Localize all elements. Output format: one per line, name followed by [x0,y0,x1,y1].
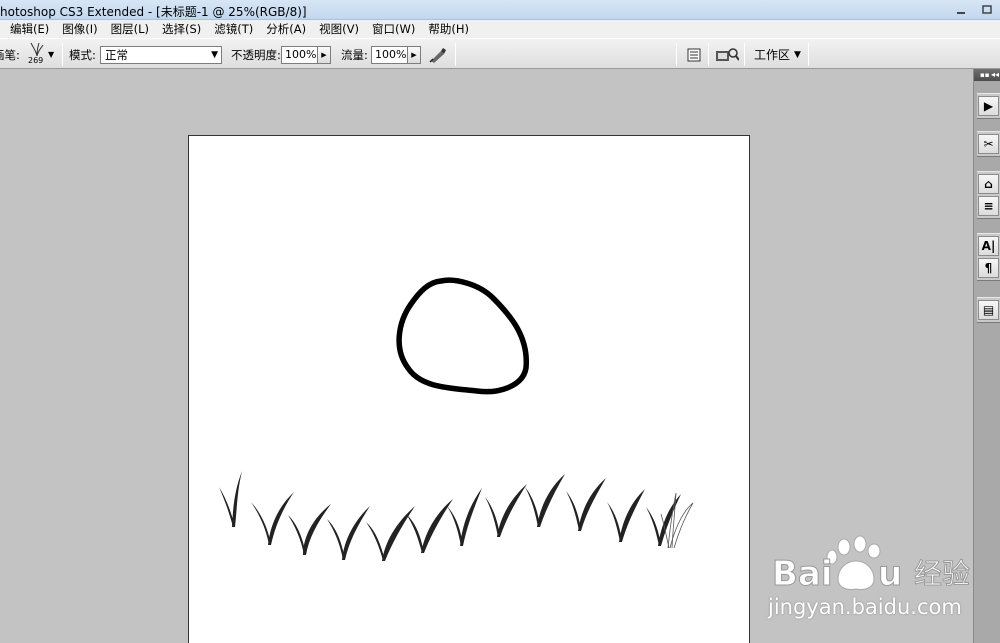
menu-layer[interactable]: 图层(L) [111,21,149,37]
grass-brush-strokes [219,471,681,561]
flow-label: 流量: [341,47,368,62]
chevron-down-icon: ▼ [794,49,801,60]
window-title: hotoshop CS3 Extended - [未标题-1 @ 25%(RGB… [0,5,307,19]
dock-group: ▤ [977,297,1000,323]
channels-icon[interactable]: ≡ [978,196,999,216]
dock-group: A| ¶ [977,233,1000,281]
divider [455,43,456,66]
workspace-button[interactable]: 工作区 ▼ [750,39,801,70]
title-bar: hotoshop CS3 Extended - [未标题-1 @ 25%(RGB… [0,0,1000,20]
mode-select[interactable]: 正常 ▼ [100,46,222,64]
character-icon[interactable]: A| [978,236,999,256]
brush-label: 画笔: [0,47,20,62]
watermark-url: jingyan.baidu.com [768,595,962,619]
layers-icon[interactable]: ⌂ [978,174,999,194]
chevron-down-icon: ▼ [211,50,218,60]
minimize-icon [957,11,965,14]
menu-view[interactable]: 视图(V) [319,21,359,37]
workspace-label: 工作区 [754,48,791,62]
watermark: Bai u 经验 jingyan.baidu.com [762,535,992,625]
drawing-layer [219,277,694,561]
menu-edit[interactable]: 编辑(E) [10,21,49,37]
brush-dropdown-icon[interactable]: ▼ [48,50,54,59]
svg-text:u: u [878,554,902,593]
menu-analysis[interactable]: 分析(A) [266,21,306,37]
svg-text:Bai: Bai [772,554,833,593]
options-bar: 画笔: 269 ▼ 模式: 正常 ▼ 不透明度: 100% ▶ 流量: 100%… [0,38,1000,69]
divider [808,43,809,66]
flow-input[interactable]: 100% [371,46,408,64]
document-icon [687,48,701,62]
dock-group: ▶ [977,93,1000,119]
bridge-icon [716,48,739,61]
info-icon[interactable]: ▤ [978,300,999,320]
airbrush-button[interactable] [428,45,448,65]
expand-icon[interactable]: ◂◂ [991,70,999,79]
window-controls [948,0,1000,20]
svg-text:经验: 经验 [914,557,970,590]
baidu-jingyan-logo: Bai u 经验 [772,535,971,593]
divider [744,43,745,66]
opacity-slider-button[interactable]: ▶ [317,46,331,64]
mode-label: 模式: [69,47,96,62]
paragraph-icon[interactable]: ¶ [978,258,999,278]
grip-icon: ▪▪ [980,71,990,79]
menu-select[interactable]: 选择(S) [162,21,201,37]
tools-icon[interactable]: ✂ [978,134,999,154]
divider [708,43,709,66]
dock-group: ⌂ ≡ [977,171,1000,219]
maximize-icon [982,4,992,14]
navigator-icon[interactable]: ▶ [978,96,999,116]
menu-window[interactable]: 窗口(W) [372,21,415,37]
dock-header[interactable]: ▪▪ ◂◂ [974,69,1000,81]
palette-well-button[interactable] [684,45,704,65]
bridge-button[interactable] [714,45,740,65]
menu-help[interactable]: 帮助(H) [428,21,469,37]
dock-group: ✂ [977,131,1000,157]
airbrush-icon [429,48,446,63]
menu-bar: 编辑(E) 图像(I) 图层(L) 选择(S) 滤镜(T) 分析(A) 视图(V… [0,20,1000,38]
divider [62,43,63,66]
flow-slider-button[interactable]: ▶ [407,46,421,64]
brush-size: 269 [28,56,44,65]
menu-image[interactable]: 图像(I) [62,21,97,37]
mode-value: 正常 [105,48,128,62]
ellipse-stroke [396,277,529,395]
opacity-label: 不透明度: [231,47,281,62]
opacity-input[interactable]: 100% [281,46,318,64]
document-canvas[interactable] [188,135,750,643]
maximize-button[interactable] [974,0,1000,19]
menu-filter[interactable]: 滤镜(T) [214,21,253,37]
grass-brush-icon [30,42,44,57]
divider [676,43,677,66]
minimize-button[interactable] [948,0,974,19]
